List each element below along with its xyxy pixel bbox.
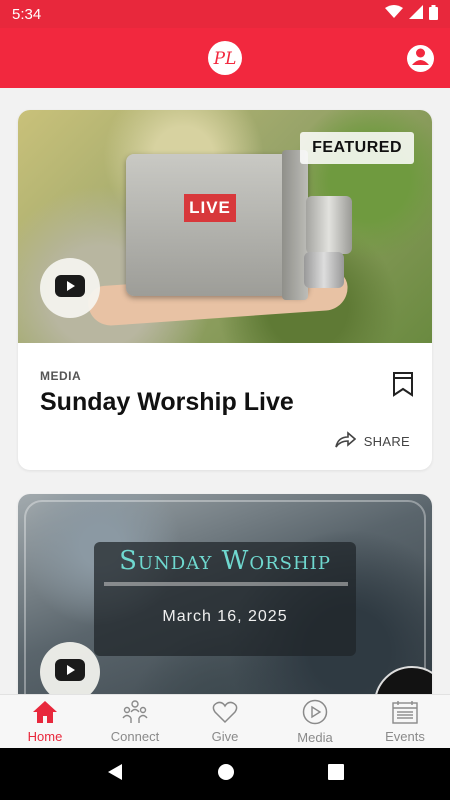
nav-label-events: Events [385,728,425,744]
youtube-icon [55,274,85,302]
nav-label-media: Media [297,729,333,745]
bottom-navigation: Home Connect Give Media Events [0,694,450,748]
status-icons [385,4,438,24]
profile-button[interactable] [407,45,434,72]
camera-lens-illustration [306,196,352,254]
share-arrow-icon [334,431,356,452]
recents-icon[interactable] [327,763,344,785]
home-circle-icon[interactable] [217,763,235,786]
logo-text: PL [213,49,237,69]
battery-icon [429,4,438,24]
connect-icon [121,699,149,727]
nav-label-give: Give [211,728,239,744]
share-label: SHARE [363,434,410,449]
calendar-icon [392,700,418,727]
system-navigation-bar [0,748,450,800]
content-feed[interactable]: LIVE FEATURED MEDIA Sunday Worship Live [0,88,450,694]
featured-badge: FEATURED [300,132,414,164]
nav-home[interactable]: Home [0,695,90,748]
play-icon [302,699,328,728]
home-icon [32,700,58,727]
title-divider [104,582,348,586]
video-play-button[interactable] [40,258,100,318]
nav-label-connect: Connect [110,728,160,744]
logo-mark: PL [213,49,237,69]
nav-label-home: Home [27,728,63,744]
bookmark-icon [392,372,414,401]
live-label: LIVE [184,194,236,222]
back-icon[interactable] [106,763,124,786]
signal-icon [409,5,423,23]
card-image-sunday-worship[interactable]: Sunday Worship March 16, 2025 [18,494,432,694]
status-time: 5:34 [12,5,42,23]
app-bar: PL [0,28,450,88]
status-bar: 5:34 [0,0,450,28]
video-play-button[interactable] [40,642,100,694]
worship-image-title: Sunday Worship [119,546,331,576]
card-body: MEDIA Sunday Worship Live SHARE [18,343,432,449]
worship-image-date: March 16, 2025 [162,608,288,625]
heart-icon [212,700,238,727]
nav-give[interactable]: Give [180,695,270,748]
share-button[interactable]: SHARE [334,431,410,452]
nav-media[interactable]: Media [270,695,360,748]
youtube-icon [55,658,85,686]
nav-events[interactable]: Events [360,695,450,748]
card-title[interactable]: Sunday Worship Live [40,388,410,417]
nav-connect[interactable]: Connect [90,695,180,748]
app-screen: 5:34 PL LIVE FEATURED MEDIA Sunday Worsh… [0,0,450,800]
profile-icon [407,43,434,75]
camera-illustration [126,154,308,296]
bookmark-button[interactable] [392,371,414,402]
camera-lens-lower-illustration [304,252,344,288]
card-category: MEDIA [40,369,82,383]
church-logo[interactable]: PL [208,41,242,75]
media-card-sunday-worship[interactable]: Sunday Worship March 16, 2025 [18,494,432,694]
wifi-icon [385,5,403,23]
featured-media-card[interactable]: LIVE FEATURED MEDIA Sunday Worship Live [18,110,432,470]
card-image-live-camera[interactable]: LIVE FEATURED [18,110,432,343]
